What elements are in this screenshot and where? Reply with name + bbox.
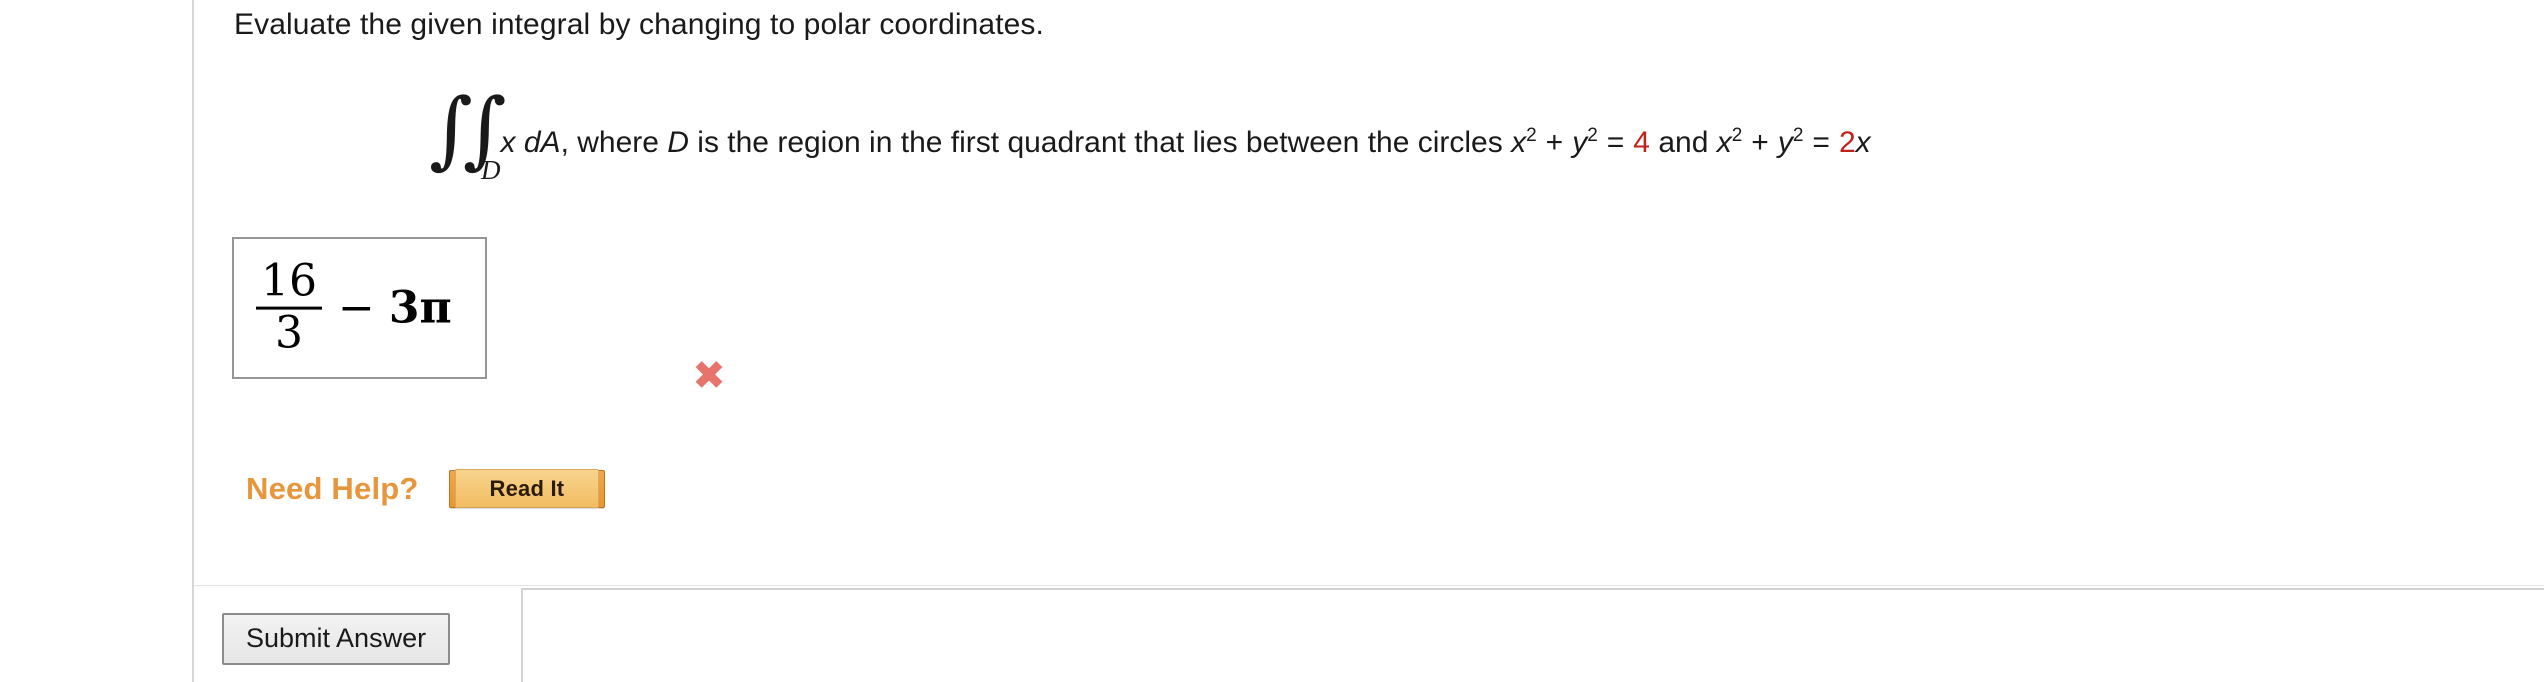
need-help-row: Need Help? Read It [246, 469, 606, 508]
circle1-equals: = [1606, 126, 1625, 159]
expression-text: x dA, where D is the region in the first… [501, 126, 1871, 160]
submit-answer-button[interactable]: Submit Answer [222, 613, 451, 665]
answer-pi-term: 3π [388, 282, 452, 334]
bottom-right-panel [521, 588, 2544, 682]
integral-expression: ∫∫ D x dA, where D is the region in the … [429, 80, 1871, 186]
answer-expression: 16 3 − 3π [256, 255, 452, 359]
circle2-equals: = [1812, 126, 1830, 159]
circle2-x: x [1716, 126, 1732, 159]
circle2-y: y [1777, 126, 1793, 159]
fraction-denominator: 3 [275, 307, 303, 359]
answer-fraction: 16 3 [256, 255, 322, 359]
bottom-divider [194, 585, 2544, 586]
circle1-x: x [1511, 126, 1527, 159]
read-it-button[interactable]: Read It [448, 469, 606, 508]
circle1-plus: + [1545, 126, 1564, 159]
circle2-plus: + [1751, 126, 1769, 159]
need-help-label: Need Help? [246, 471, 419, 506]
circle1-y: y [1572, 126, 1588, 159]
region-description: is the region in the first quadrant that… [688, 126, 1512, 159]
conjunction: and [1649, 126, 1717, 159]
answer-operator: − [338, 282, 375, 334]
circle2-y-exponent: 2 [1792, 125, 1804, 146]
incorrect-x-icon: ✖ [692, 353, 726, 399]
circle1-y-exponent: 2 [1587, 125, 1598, 146]
double-integral-icon: ∫∫ D [429, 80, 506, 186]
circle2-coefficient: 2 [1838, 126, 1856, 159]
circle2-variable: x [1855, 126, 1871, 159]
integral-subscript: D [481, 155, 501, 186]
circle1-x-exponent: 2 [1526, 125, 1537, 146]
circle1-value: 4 [1633, 126, 1650, 159]
integrand: x dA [500, 126, 561, 159]
question-content-area: Evaluate the given integral by changing … [194, 0, 2544, 682]
region-variable: D [667, 126, 689, 159]
question-prompt: Evaluate the given integral by changing … [234, 8, 1044, 41]
answer-input-box[interactable]: 16 3 − 3π [232, 237, 487, 379]
circle2-x-exponent: 2 [1731, 125, 1743, 146]
fraction-numerator: 16 [261, 255, 317, 307]
read-it-button-label: Read It [454, 469, 600, 508]
text-after-integrand: , where [560, 126, 668, 159]
